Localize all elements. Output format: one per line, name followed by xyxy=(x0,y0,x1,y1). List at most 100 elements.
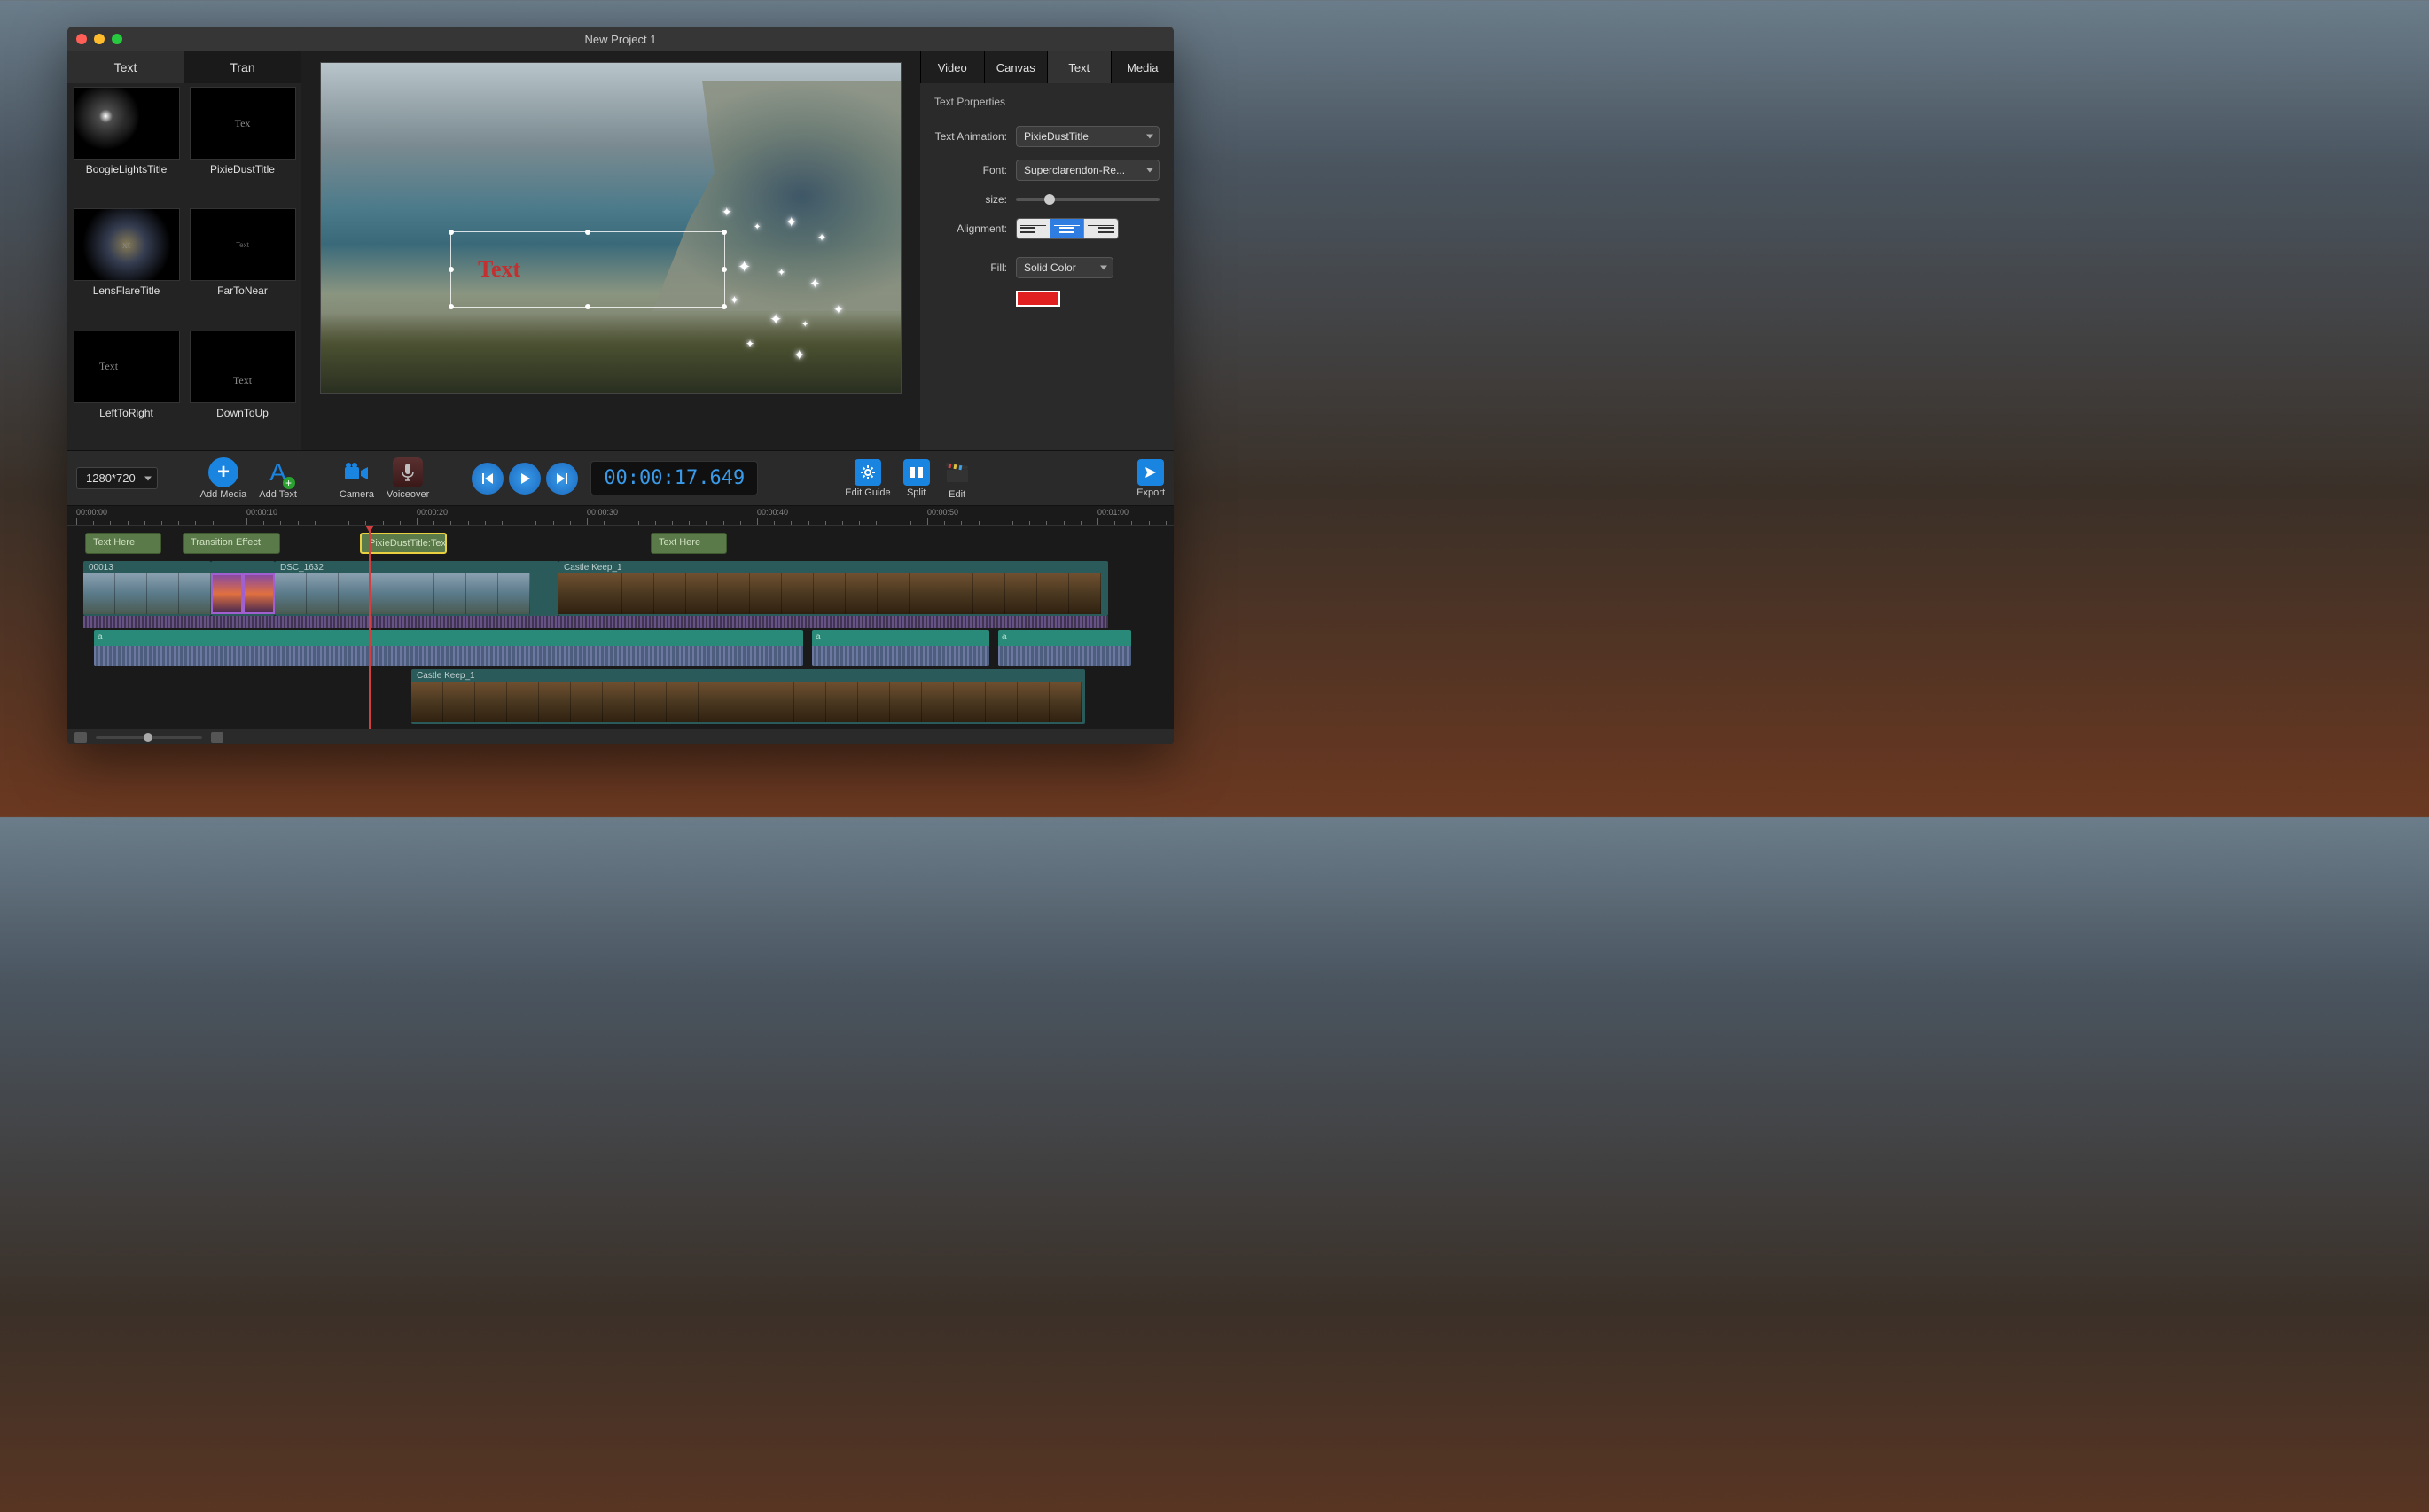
video-track-a[interactable]: 00013 DSC_1632Castle Keep_1 xyxy=(67,561,1174,627)
add-text-icon: A xyxy=(263,457,293,487)
tab-video[interactable]: Video xyxy=(920,51,984,83)
video-clip-label xyxy=(215,561,218,565)
timeline-ruler[interactable]: 00:00:0000:00:1000:00:2000:00:3000:00:40… xyxy=(67,506,1174,526)
preset-thumbnail: Text xyxy=(190,331,296,403)
preset-label: LeftToRight xyxy=(99,407,153,419)
timeline-audio-clip[interactable]: a xyxy=(812,630,989,666)
timeline-video-clip[interactable]: 00013 xyxy=(83,561,211,616)
preset-down-to-up[interactable]: Text DownToUp xyxy=(187,331,298,447)
edit-button[interactable]: Edit xyxy=(942,457,972,500)
resize-handle[interactable] xyxy=(585,304,590,309)
export-button[interactable]: Export xyxy=(1136,459,1165,498)
add-media-button[interactable]: + Add Media xyxy=(200,457,247,500)
zoom-slider[interactable] xyxy=(96,736,202,739)
camera-button[interactable]: Camera xyxy=(340,457,374,500)
tab-text-presets[interactable]: Text xyxy=(67,51,184,83)
right-panel: Video Canvas Text Media Text Porperties … xyxy=(920,51,1174,450)
text-properties-section: Text Porperties Text Animation: PixieDus… xyxy=(920,83,1174,331)
ruler-label: 00:00:50 xyxy=(927,508,958,517)
ruler-label: 00:01:00 xyxy=(1097,508,1129,517)
ruler-label: 00:00:40 xyxy=(757,508,788,517)
resize-handle[interactable] xyxy=(585,230,590,235)
add-text-button[interactable]: A Add Text xyxy=(259,457,297,500)
split-icon xyxy=(903,459,930,486)
fit-timeline-icon[interactable] xyxy=(211,732,223,743)
video-track-b[interactable]: Castle Keep_1 xyxy=(67,669,1174,726)
skip-end-button[interactable] xyxy=(546,463,578,495)
plus-icon: + xyxy=(208,457,238,487)
tab-transitions[interactable]: Tran xyxy=(184,51,301,83)
resize-handle[interactable] xyxy=(449,230,454,235)
tab-text-props[interactable]: Text xyxy=(1047,51,1111,83)
timeline-text-clip[interactable]: Transition Effect xyxy=(183,533,280,554)
export-icon xyxy=(1137,459,1164,486)
timeline-audio-clip[interactable]: a xyxy=(94,630,803,666)
preset-label: DownToUp xyxy=(216,407,269,419)
align-right-button[interactable] xyxy=(1084,219,1118,238)
preset-far-to-near[interactable]: Text FarToNear xyxy=(187,208,298,324)
fill-type-select[interactable]: Solid Color xyxy=(1016,257,1113,278)
ruler-label: 00:00:20 xyxy=(417,508,448,517)
close-window-button[interactable] xyxy=(76,34,87,44)
timeline-video-clip[interactable] xyxy=(211,561,275,616)
zoom-slider-thumb[interactable] xyxy=(144,733,152,742)
preset-thumbnail: Text xyxy=(74,331,180,403)
skip-start-button[interactable] xyxy=(472,463,504,495)
resolution-select[interactable]: 1280*720 xyxy=(76,467,158,489)
video-clip-label: 00013 xyxy=(87,561,115,574)
font-select[interactable]: Superclarendon-Re... xyxy=(1016,160,1160,181)
alignment-label: Alignment: xyxy=(934,222,1016,235)
tab-media[interactable]: Media xyxy=(1111,51,1175,83)
resize-handle[interactable] xyxy=(722,304,727,309)
ruler-label: 00:00:30 xyxy=(587,508,618,517)
text-selection-box[interactable]: Text xyxy=(450,231,725,308)
audio-clip-label: a xyxy=(98,632,103,642)
preset-pixie-dust[interactable]: Tex PixieDustTitle xyxy=(187,87,298,203)
main-row: Text Tran BoogieLightsTitle Tex PixieDus… xyxy=(67,51,1174,450)
timeline-audio-clip[interactable]: a xyxy=(998,630,1131,666)
timeline-text-clip[interactable]: PixieDustTitle:Text xyxy=(360,533,447,554)
resize-handle[interactable] xyxy=(722,267,727,272)
size-slider[interactable] xyxy=(1016,198,1160,201)
fullscreen-window-button[interactable] xyxy=(112,34,122,44)
snap-toggle-icon[interactable] xyxy=(74,732,87,743)
timeline-bottom-bar xyxy=(67,729,1174,744)
resize-handle[interactable] xyxy=(449,267,454,272)
tab-canvas[interactable]: Canvas xyxy=(984,51,1048,83)
voiceover-button[interactable]: Voiceover xyxy=(387,457,429,500)
resize-handle[interactable] xyxy=(449,304,454,309)
camera-icon xyxy=(341,457,371,487)
toolbar: 1280*720 + Add Media A Add Text Camera V… xyxy=(67,450,1174,505)
preview-canvas[interactable]: Text ✦✦✦✦✦✦✦✦✦✦✦✦✦ xyxy=(320,62,902,394)
size-slider-thumb[interactable] xyxy=(1044,194,1055,205)
window-title: New Project 1 xyxy=(67,33,1174,46)
split-button[interactable]: Split xyxy=(903,459,930,498)
play-button[interactable] xyxy=(509,463,541,495)
minimize-window-button[interactable] xyxy=(94,34,105,44)
preset-boogie-lights[interactable]: BoogieLightsTitle xyxy=(71,87,182,203)
timeline-video-clip[interactable]: Castle Keep_1 xyxy=(558,561,1108,616)
timeline-video-clip[interactable]: DSC_1632 xyxy=(275,561,558,616)
preset-lens-flare[interactable]: xt LensFlareTitle xyxy=(71,208,182,324)
text-track[interactable]: Text Here Transition Effect PixieDustTitle… xyxy=(67,529,1174,559)
timeline-video-clip[interactable]: Castle Keep_1 xyxy=(411,669,1085,724)
timeline-text-clip[interactable]: Text Here xyxy=(85,533,161,554)
preset-left-to-right[interactable]: Text LeftToRight xyxy=(71,331,182,447)
audio-track[interactable]: aaa xyxy=(67,628,1174,667)
edit-guide-button[interactable]: Edit Guide xyxy=(845,459,890,498)
fill-color-swatch[interactable] xyxy=(1016,291,1060,307)
preset-label: PixieDustTitle xyxy=(210,163,275,175)
align-center-button[interactable] xyxy=(1050,219,1084,238)
left-panel: Text Tran BoogieLightsTitle Tex PixieDus… xyxy=(67,51,301,450)
preview-text-content[interactable]: Text xyxy=(478,256,520,283)
timeline-tracks[interactable]: Text Here Transition Effect PixieDustTitle… xyxy=(67,526,1174,729)
text-presets-grid[interactable]: BoogieLightsTitle Tex PixieDustTitle xt … xyxy=(67,83,301,450)
preset-thumbnail: Tex xyxy=(190,87,296,160)
align-left-button[interactable] xyxy=(1017,219,1050,238)
timeline-text-clip[interactable]: Text Here xyxy=(651,533,727,554)
text-animation-select[interactable]: PixieDustTitle xyxy=(1016,126,1160,147)
video-clip-label: Castle Keep_1 xyxy=(415,669,477,682)
traffic-lights xyxy=(76,34,122,44)
app-window: New Project 1 Text Tran BoogieLightsTitl… xyxy=(67,27,1174,744)
resize-handle[interactable] xyxy=(722,230,727,235)
